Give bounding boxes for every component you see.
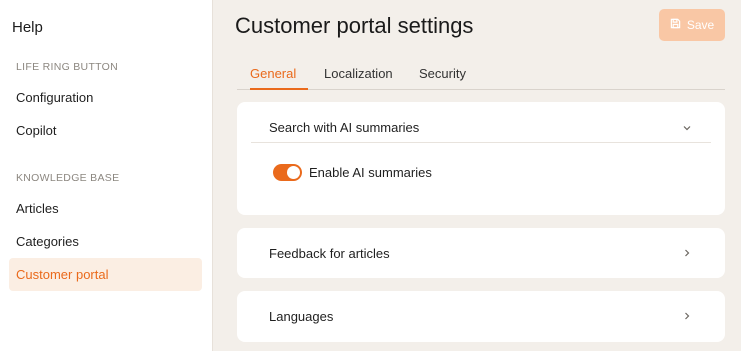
chevron-down-icon: [683, 126, 691, 131]
sidebar-item-categories[interactable]: Categories: [9, 225, 202, 258]
chevron-right-icon: [685, 249, 690, 257]
tab-localization-label: Localization: [324, 66, 393, 81]
feedback-title: Feedback for articles: [269, 246, 390, 261]
tab-security-label: Security: [419, 66, 466, 81]
ai-summaries-card: Search with AI summaries Enable AI summa…: [237, 102, 725, 215]
tab-localization[interactable]: Localization: [324, 60, 393, 90]
sidebar-section-knowledge-base: KNOWLEDGE BASE: [16, 172, 120, 184]
sidebar-item-customer-portal[interactable]: Customer portal: [9, 258, 202, 291]
sidebar: Help LIFE RING BUTTON Configuration Copi…: [0, 0, 213, 351]
languages-card: Languages: [237, 291, 725, 342]
languages-header[interactable]: Languages: [237, 291, 725, 342]
enable-ai-summaries-label: Enable AI summaries: [309, 165, 432, 180]
ai-summaries-title: Search with AI summaries: [269, 120, 420, 135]
tab-security[interactable]: Security: [419, 60, 466, 90]
toggle-knob: [287, 166, 300, 179]
tab-general-label: General: [250, 66, 297, 81]
feedback-card: Feedback for articles: [237, 228, 725, 278]
main-content: Customer portal settings Save General Lo…: [214, 0, 741, 351]
floppy-disk-icon: [670, 18, 681, 32]
chevron-right-icon: [685, 312, 690, 320]
tab-general[interactable]: General: [250, 60, 308, 90]
save-button-label: Save: [686, 18, 715, 32]
page-title: Customer portal settings: [235, 13, 474, 38]
languages-title: Languages: [269, 309, 334, 324]
enable-ai-summaries-toggle[interactable]: [273, 164, 302, 181]
tab-bar: General Localization Security: [237, 60, 725, 90]
sidebar-item-configuration[interactable]: Configuration: [9, 81, 202, 114]
card-divider: [251, 142, 711, 143]
ai-summaries-header[interactable]: Search with AI summaries: [237, 102, 725, 142]
sidebar-title: Help: [12, 19, 43, 36]
sidebar-item-articles[interactable]: Articles: [9, 192, 202, 225]
sidebar-item-copilot[interactable]: Copilot: [9, 114, 202, 147]
sidebar-section-life-ring: LIFE RING BUTTON: [16, 61, 119, 73]
feedback-header[interactable]: Feedback for articles: [237, 228, 725, 278]
save-button[interactable]: Save: [659, 9, 725, 41]
